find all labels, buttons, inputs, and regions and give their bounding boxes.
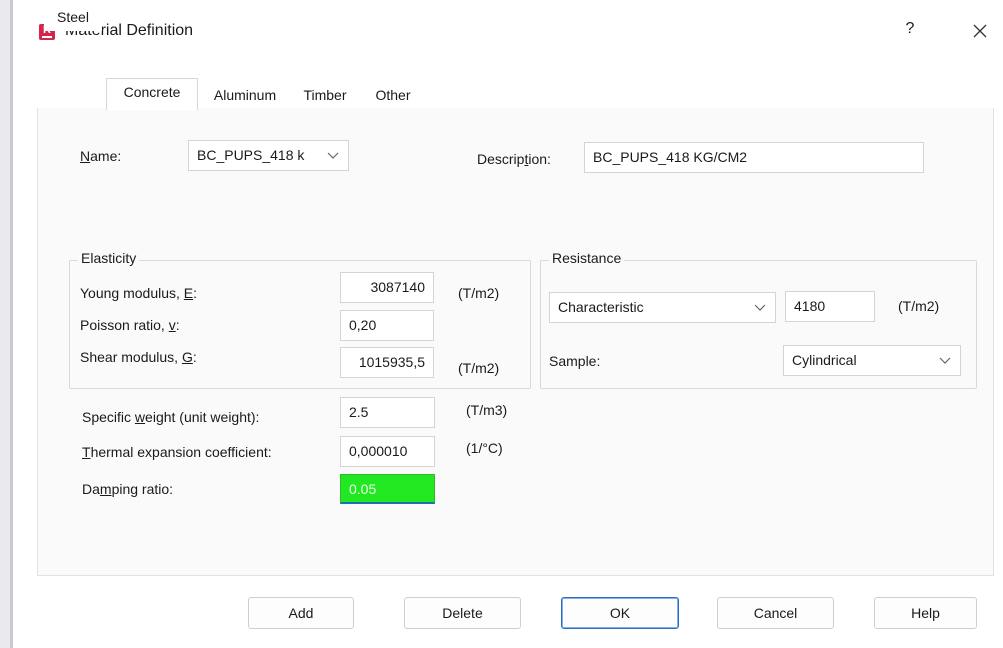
ok-button[interactable]: OK: [561, 597, 679, 629]
poisson-ratio-label: Poisson ratio, v:: [80, 317, 180, 333]
description-input[interactable]: BC_PUPS_418 KG/CM2: [584, 142, 924, 173]
shear-modulus-label: Shear modulus, G:: [80, 349, 197, 365]
chevron-down-icon: [938, 353, 952, 367]
name-label: Name:: [80, 148, 122, 164]
tab-timber[interactable]: Timber: [292, 82, 358, 109]
sample-label: Sample:: [549, 353, 601, 369]
tab-aluminum[interactable]: Aluminum: [202, 82, 288, 109]
close-icon: [973, 24, 987, 38]
young-modulus-unit: (T/m2): [458, 285, 500, 301]
chevron-down-icon: [753, 300, 767, 314]
resistance-group-title: Resistance: [549, 250, 625, 266]
delete-button[interactable]: Delete: [404, 597, 521, 629]
thermal-expansion-input[interactable]: 0,000010: [340, 436, 435, 467]
close-button[interactable]: [965, 18, 995, 44]
young-modulus-input[interactable]: 3087140: [340, 272, 434, 303]
damping-ratio-input[interactable]: 0.05: [340, 474, 435, 504]
tab-other[interactable]: Other: [362, 82, 424, 109]
help-button[interactable]: Help: [874, 597, 977, 629]
tab-steel[interactable]: Steel: [44, 4, 102, 31]
description-label: Description:: [477, 151, 551, 167]
young-modulus-label: Young modulus, E:: [80, 285, 198, 301]
elasticity-group-title: Elasticity: [78, 250, 140, 266]
title-bar: R Material Definition ?: [13, 0, 1003, 58]
title-help-button[interactable]: ?: [895, 20, 925, 44]
chevron-down-icon: [326, 148, 340, 162]
specific-weight-label: Specific weight (unit weight):: [82, 409, 260, 425]
poisson-ratio-input[interactable]: 0,20: [340, 310, 434, 341]
material-definition-dialog: R Material Definition ? Steel Concrete A…: [0, 0, 1003, 648]
name-dropdown[interactable]: BC_PUPS_418 k: [188, 140, 349, 171]
shear-modulus-unit: (T/m2): [458, 360, 500, 376]
thermal-expansion-label: Thermal expansion coefficient:: [82, 444, 272, 460]
damping-ratio-label: Damping ratio:: [82, 481, 174, 497]
resistance-value-input[interactable]: 4180: [785, 291, 875, 322]
tab-concrete[interactable]: Concrete: [106, 78, 198, 110]
add-button[interactable]: Add: [248, 597, 354, 629]
specific-weight-input[interactable]: 2.5: [340, 397, 435, 428]
name-dropdown-value: BC_PUPS_418 k: [197, 147, 305, 163]
specific-weight-unit: (T/m3): [466, 402, 508, 418]
resistance-unit: (T/m2): [898, 298, 940, 314]
sample-dropdown[interactable]: Cylindrical: [783, 345, 961, 376]
thermal-expansion-unit: (1/°C): [466, 440, 503, 456]
sample-value: Cylindrical: [792, 352, 857, 368]
resistance-type-dropdown[interactable]: Characteristic: [549, 292, 776, 323]
cancel-button[interactable]: Cancel: [717, 597, 834, 629]
resistance-type-value: Characteristic: [558, 299, 644, 315]
window-left-edge: [0, 0, 13, 648]
shear-modulus-input[interactable]: 1015935,5: [340, 347, 434, 378]
